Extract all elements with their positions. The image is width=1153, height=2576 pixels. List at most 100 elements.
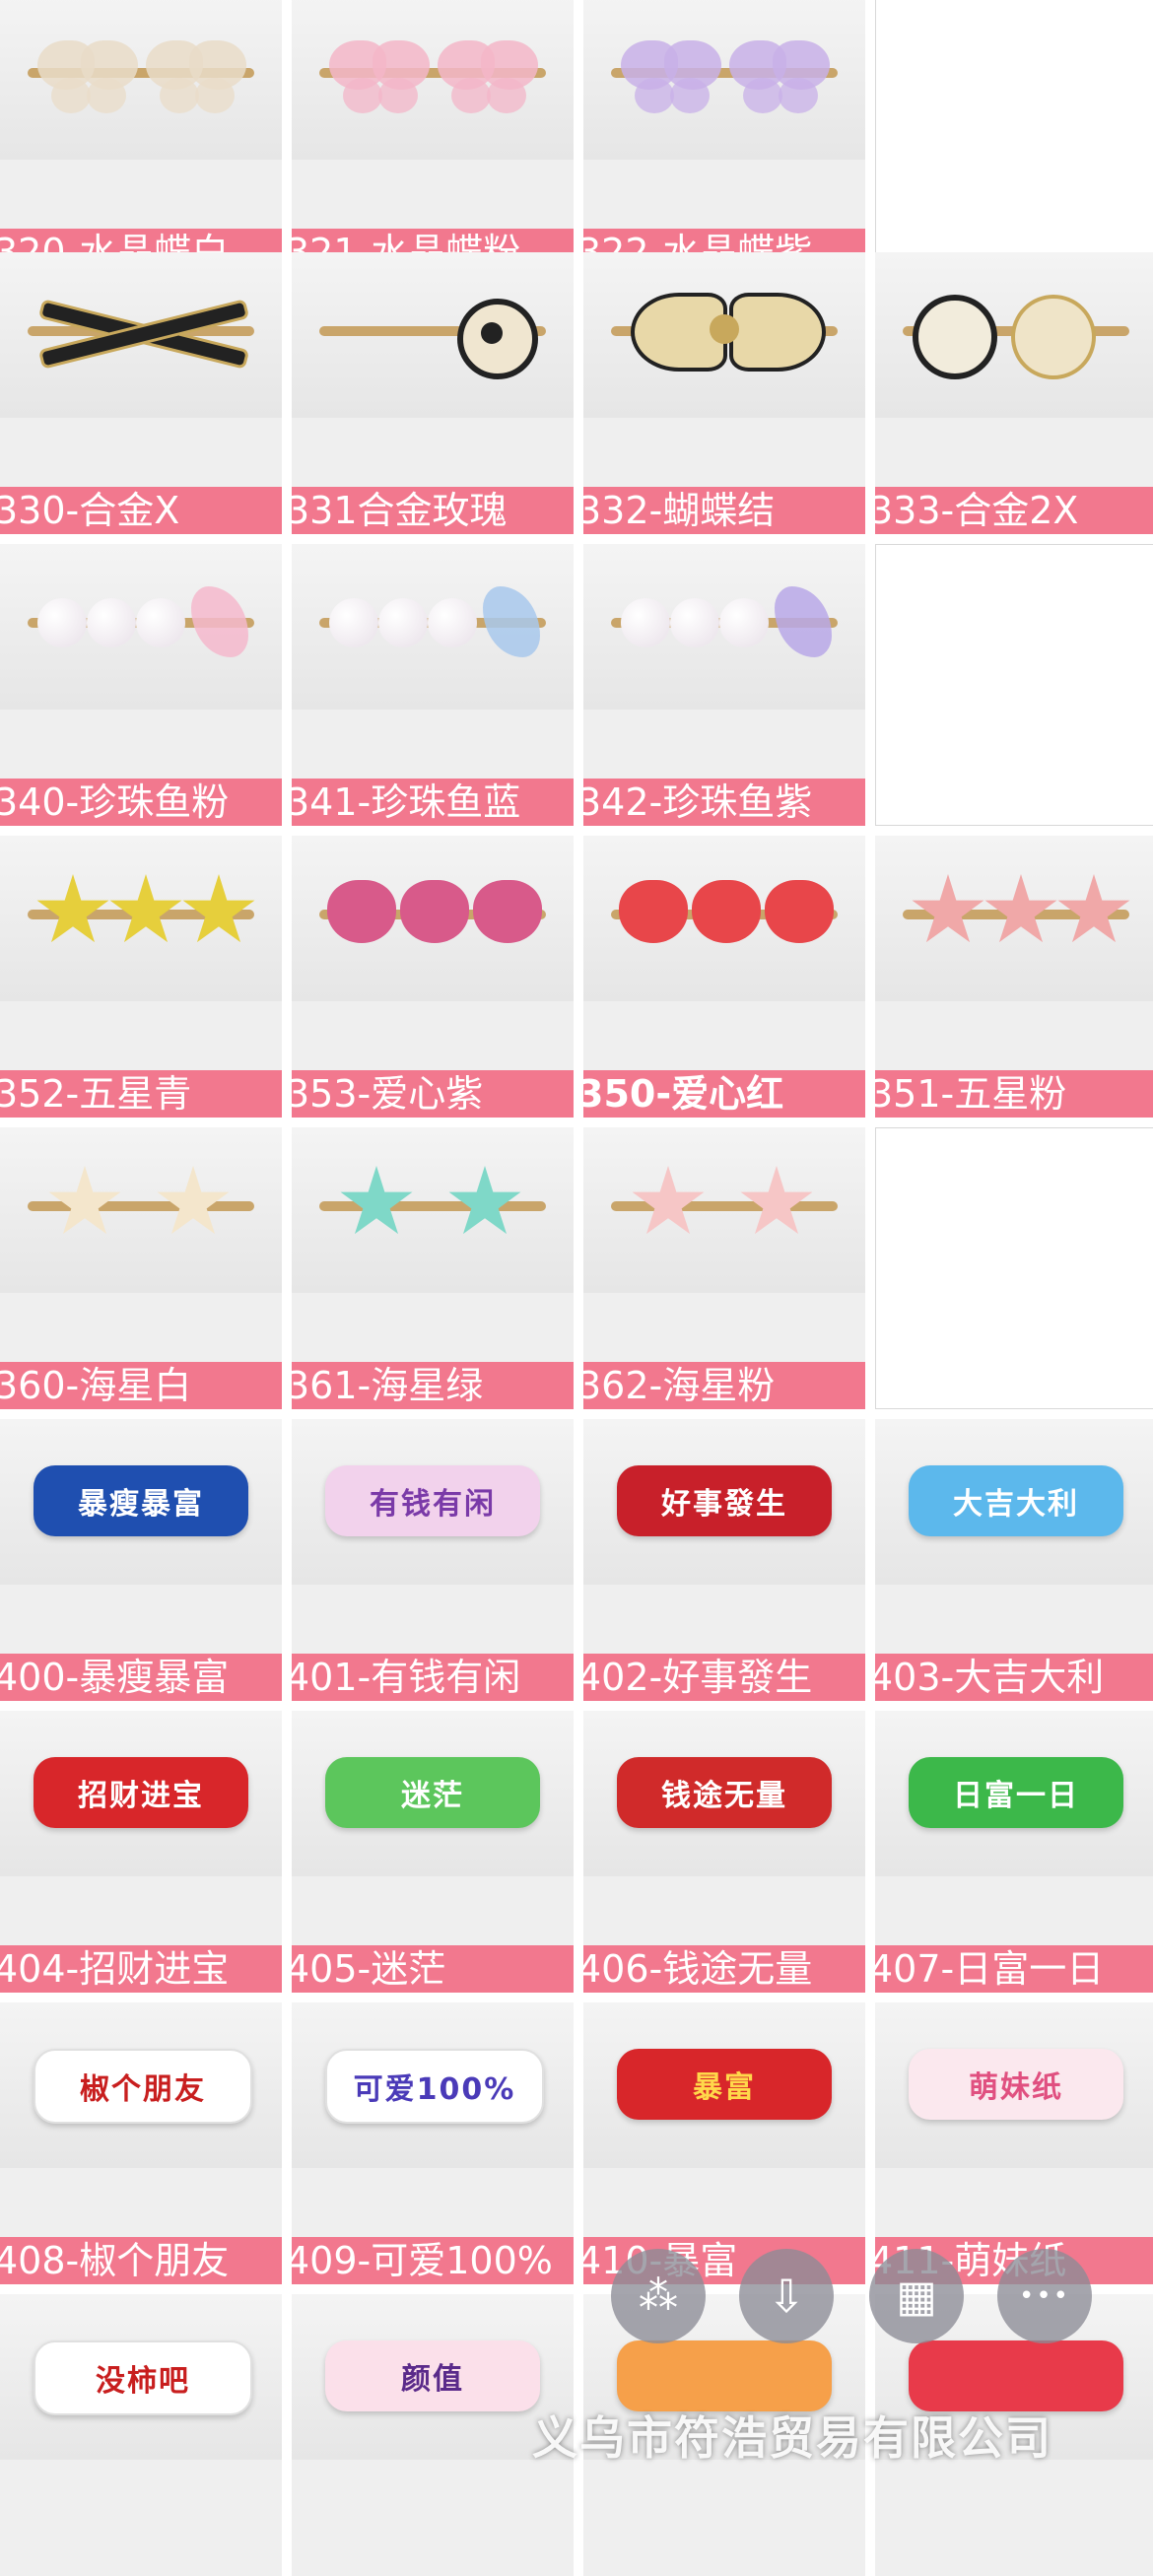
product-image bbox=[309, 864, 556, 973]
product-cell[interactable]: 322-水晶蝶紫 bbox=[583, 0, 865, 276]
product-image bbox=[18, 1156, 264, 1264]
product-photo bbox=[292, 544, 574, 710]
product-cell[interactable]: 360-海星白 bbox=[0, 1127, 282, 1409]
product-cell[interactable]: 招财进宝 404-招财进宝 bbox=[0, 1711, 282, 1993]
product-cell[interactable]: 萌妹纸 411-萌妹纸 bbox=[875, 2002, 1153, 2284]
product-cell[interactable]: 好事發生 402-好事發生 bbox=[583, 1419, 865, 1701]
product-caption: 340-珍珠鱼粉 bbox=[0, 779, 282, 826]
product-cell[interactable]: 331合金玫瑰 bbox=[292, 252, 574, 534]
product-cell[interactable]: 340-珍珠鱼粉 bbox=[0, 544, 282, 826]
product-cell[interactable]: 332-蝴蝶结 bbox=[583, 252, 865, 534]
product-caption: 404-招财进宝 bbox=[0, 1945, 282, 1993]
product-caption: 330-合金X bbox=[0, 487, 282, 534]
product-caption: 341-珍珠鱼蓝 bbox=[292, 779, 574, 826]
product-cell[interactable]: 迷茫 405-迷茫 bbox=[292, 1711, 574, 1993]
product-photo bbox=[583, 544, 865, 710]
product-image bbox=[309, 23, 556, 131]
product-cell[interactable]: 361-海星绿 bbox=[292, 1127, 574, 1409]
product-cell[interactable]: 353-爱心紫 bbox=[292, 836, 574, 1118]
product-caption: 351-五星粉 bbox=[875, 1070, 1153, 1118]
product-image: 没柿吧 bbox=[18, 2323, 264, 2431]
product-image bbox=[18, 281, 264, 389]
product-photo: 招财进宝 bbox=[0, 1711, 282, 1876]
product-caption: 405-迷茫 bbox=[292, 1945, 574, 1993]
product-image bbox=[309, 573, 556, 681]
product-caption: 352-五星青 bbox=[0, 1070, 282, 1118]
product-image bbox=[601, 23, 848, 131]
empty-cell bbox=[875, 1127, 1153, 1409]
product-cell[interactable]: 有钱有闲 401-有钱有闲 bbox=[292, 1419, 574, 1701]
product-image: 暴瘦暴富 bbox=[18, 1448, 264, 1556]
product-cell[interactable]: 333-合金2X bbox=[875, 252, 1153, 534]
product-image: 招财进宝 bbox=[18, 1739, 264, 1848]
product-caption: 353-爱心紫 bbox=[292, 1070, 574, 1118]
product-image bbox=[601, 864, 848, 973]
product-cell[interactable]: 暴瘦暴富 400-暴瘦暴富 bbox=[0, 1419, 282, 1701]
grid-view-button[interactable]: ▦ bbox=[869, 2249, 964, 2343]
product-caption: 400-暴瘦暴富 bbox=[0, 1654, 282, 1701]
download-button[interactable]: ⇩ bbox=[739, 2249, 834, 2343]
product-image: 日富一日 bbox=[893, 1739, 1139, 1848]
product-caption: 403-大吉大利 bbox=[875, 1654, 1153, 1701]
product-cell[interactable]: 大吉大利 403-大吉大利 bbox=[875, 1419, 1153, 1701]
product-caption: 407-日富一日 bbox=[875, 1945, 1153, 1993]
product-cell[interactable]: 钱途无量 406-钱途无量 bbox=[583, 1711, 865, 1993]
product-image: 迷茫 bbox=[309, 1739, 556, 1848]
product-photo bbox=[583, 1127, 865, 1293]
product-caption: 360-海星白 bbox=[0, 1362, 282, 1409]
product-image bbox=[18, 864, 264, 973]
download-icon: ⇩ bbox=[767, 2270, 806, 2323]
product-photo bbox=[0, 252, 282, 418]
product-photo bbox=[875, 252, 1153, 418]
product-caption: 331合金玫瑰 bbox=[292, 487, 574, 534]
product-cell[interactable]: 330-合金X bbox=[0, 252, 282, 534]
product-image: 萌妹纸 bbox=[893, 2031, 1139, 2139]
product-photo: 可爱100% bbox=[292, 2002, 574, 2168]
leaf-share-button[interactable]: ⁂ bbox=[611, 2249, 706, 2343]
product-cell[interactable]: 350-爱心红 bbox=[583, 836, 865, 1118]
product-image: 钱途无量 bbox=[601, 1739, 848, 1848]
product-caption: 333-合金2X bbox=[875, 487, 1153, 534]
product-cell[interactable]: 没柿吧 bbox=[0, 2294, 282, 2576]
product-cell[interactable]: 椒个朋友 408-椒个朋友 bbox=[0, 2002, 282, 2284]
product-cell[interactable]: 日富一日 407-日富一日 bbox=[875, 1711, 1153, 1993]
product-cell[interactable]: 352-五星青 bbox=[0, 836, 282, 1118]
product-photo: 有钱有闲 bbox=[292, 1419, 574, 1585]
product-cell[interactable]: 暴富410-暴富 bbox=[583, 2002, 865, 2284]
more-button[interactable]: ••• bbox=[997, 2249, 1092, 2343]
product-photo bbox=[0, 1127, 282, 1293]
product-cell[interactable]: 321-水晶蝶粉 bbox=[292, 0, 574, 276]
product-photo bbox=[583, 0, 865, 160]
product-photo bbox=[0, 544, 282, 710]
product-image: 暴富 bbox=[601, 2031, 848, 2139]
product-caption: 408-椒个朋友 bbox=[0, 2237, 282, 2284]
product-photo bbox=[292, 1127, 574, 1293]
product-cell[interactable]: 320-水晶蝶白 bbox=[0, 0, 282, 276]
leaf-share-icon: ⁂ bbox=[639, 2273, 678, 2319]
empty-cell bbox=[875, 544, 1153, 826]
product-cell[interactable]: 362-海星粉 bbox=[583, 1127, 865, 1409]
product-photo bbox=[875, 836, 1153, 1001]
product-image bbox=[309, 281, 556, 389]
product-cell[interactable]: 341-珍珠鱼蓝 bbox=[292, 544, 574, 826]
product-photo: 迷茫 bbox=[292, 1711, 574, 1876]
product-image bbox=[18, 573, 264, 681]
product-image bbox=[601, 1156, 848, 1264]
product-photo bbox=[292, 0, 574, 160]
product-caption: 350-爱心红 bbox=[583, 1070, 865, 1118]
product-photo bbox=[583, 836, 865, 1001]
product-caption: 402-好事發生 bbox=[583, 1654, 865, 1701]
product-photo: 椒个朋友 bbox=[0, 2002, 282, 2168]
product-photo: 日富一日 bbox=[875, 1711, 1153, 1876]
product-image bbox=[601, 281, 848, 389]
product-caption: 409-可爱100% bbox=[292, 2237, 574, 2284]
grid-icon: ▦ bbox=[896, 2271, 937, 2322]
product-photo bbox=[292, 836, 574, 1001]
product-caption: 361-海星绿 bbox=[292, 1362, 574, 1409]
empty-cell bbox=[875, 0, 1153, 276]
product-cell[interactable]: 342-珍珠鱼紫 bbox=[583, 544, 865, 826]
product-cell[interactable]: 可爱100% 409-可爱100% bbox=[292, 2002, 574, 2284]
product-cell[interactable]: 351-五星粉 bbox=[875, 836, 1153, 1118]
product-photo: 萌妹纸 bbox=[875, 2002, 1153, 2168]
product-image: 大吉大利 bbox=[893, 1448, 1139, 1556]
